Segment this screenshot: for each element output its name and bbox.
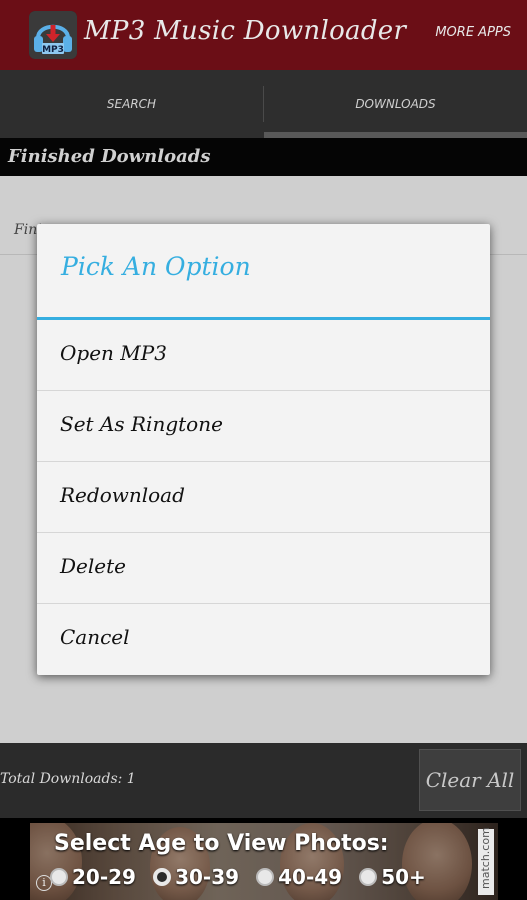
option-set-as-ringtone[interactable]: Set As Ringtone [37,391,490,462]
ad-brand-label: match.com [479,827,492,889]
bottom-bar: Total Downloads: 1 Clear All [0,743,527,818]
app-screen: MP3 MP3 Music Downloader MORE APPS SEARC… [0,0,527,900]
option-label: Set As Ringtone [60,412,223,436]
option-cancel[interactable]: Cancel [37,604,490,675]
ad-age-option-label: 30-39 [175,865,240,889]
tab-downloads[interactable]: DOWNLOADS [264,70,527,138]
option-label: Open MP3 [60,341,167,365]
option-label: Redownload [60,483,185,507]
pick-option-dialog: Pick An Option Open MP3 Set As Ringtone … [37,224,490,675]
ad-age-option[interactable]: 50+ [359,865,426,889]
ad-age-options: 20-29 30-39 40-49 50+ [50,865,438,893]
radio-icon [256,868,275,886]
ad-age-option[interactable]: 20-29 [50,865,136,889]
app-title: MP3 Music Downloader [84,16,407,46]
ad-age-option-label: 50+ [381,865,426,889]
option-redownload[interactable]: Redownload [37,462,490,533]
mp3-headphones-icon[interactable]: MP3 [29,11,77,59]
action-bar: MP3 MP3 Music Downloader MORE APPS [0,0,527,70]
option-delete[interactable]: Delete [37,533,490,604]
ad-age-option-label: 20-29 [72,865,136,889]
tab-bar: SEARCH DOWNLOADS [0,70,527,138]
option-open-mp3[interactable]: Open MP3 [37,320,490,391]
ad-age-option-label: 40-49 [278,865,343,889]
ad-brand-strip: match.com [478,827,494,895]
ad-headline: Select Age to View Photos: [54,831,389,856]
dialog-title: Pick An Option [61,252,251,281]
radio-icon [359,868,378,886]
radio-selected-icon [153,868,172,886]
radio-icon [50,868,68,886]
option-label: Cancel [60,625,130,649]
mp3-icon-label: MP3 [42,45,64,55]
ad-banner[interactable]: Select Age to View Photos: i 20-29 30-39… [30,823,498,900]
section-title: Finished Downloads [8,146,211,167]
option-label: Delete [60,554,126,578]
clear-all-button[interactable]: Clear All [419,749,521,811]
section-header: Finished Downloads [0,138,527,176]
tab-search[interactable]: SEARCH [0,70,263,138]
ad-age-option[interactable]: 30-39 [153,865,239,889]
more-apps-button[interactable]: MORE APPS [435,25,511,40]
total-downloads-label: Total Downloads: 1 [0,771,136,787]
ad-age-option[interactable]: 40-49 [256,865,342,889]
